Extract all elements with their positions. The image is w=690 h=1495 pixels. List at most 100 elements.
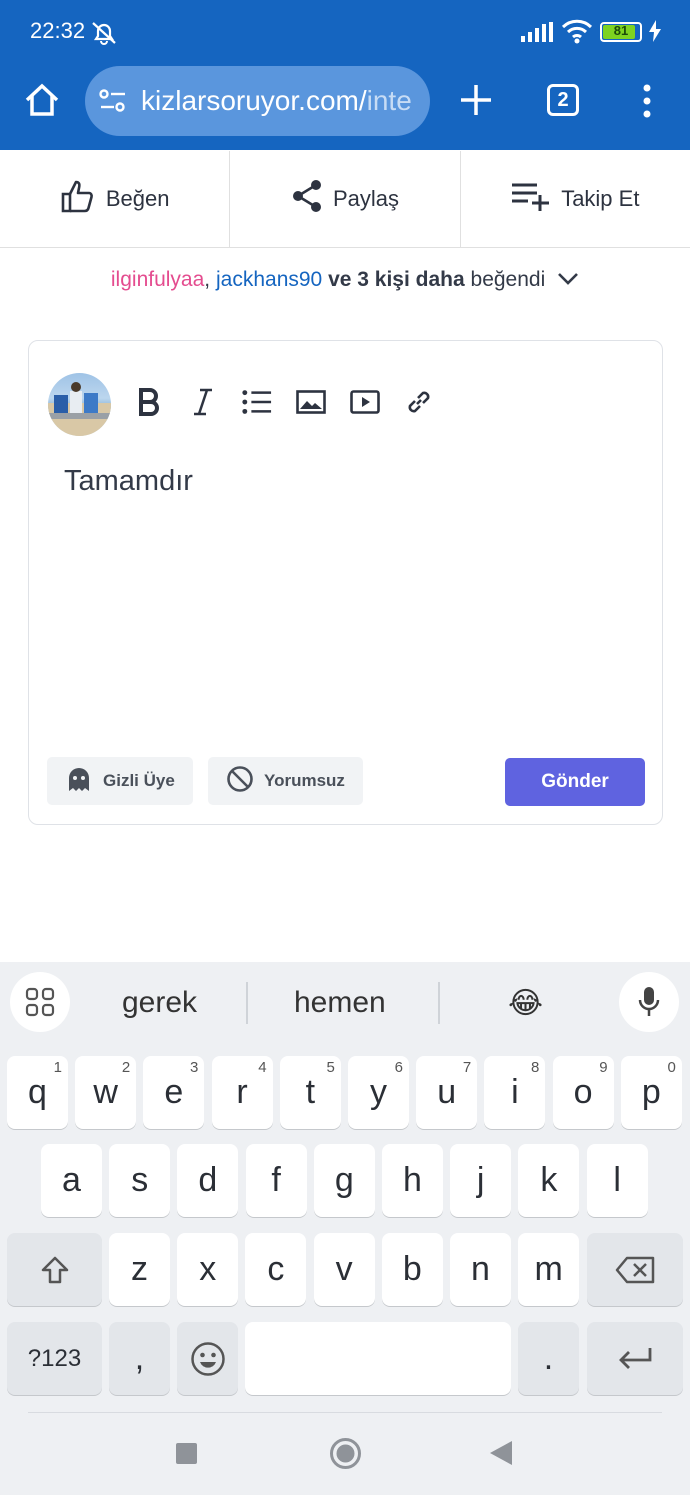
key-u-label: u bbox=[437, 1073, 457, 1111]
backspace-icon bbox=[615, 1256, 655, 1283]
url-text: kizlarsoruyor.com/inte bbox=[141, 85, 417, 117]
apps-grid-icon[interactable] bbox=[10, 972, 70, 1032]
liker-user-2[interactable]: jackhans90 bbox=[216, 268, 322, 291]
key-b[interactable]: b bbox=[381, 1233, 443, 1306]
italic-icon[interactable] bbox=[188, 387, 218, 417]
key-d[interactable]: d bbox=[177, 1144, 239, 1217]
signal-icon bbox=[521, 22, 553, 47]
suggestion-1[interactable]: gerek bbox=[122, 986, 197, 1020]
like-button[interactable]: Beğen bbox=[0, 151, 231, 247]
key-n[interactable]: n bbox=[450, 1233, 511, 1306]
home-nav-icon[interactable] bbox=[329, 1437, 362, 1475]
symbols-key[interactable]: ?123 bbox=[7, 1322, 102, 1395]
anonymous-toggle[interactable]: Gizli Üye bbox=[47, 757, 193, 805]
key-p-hint: 0 bbox=[667, 1059, 676, 1076]
period-key[interactable]: . bbox=[518, 1322, 579, 1395]
suggestion-2[interactable]: hemen bbox=[294, 986, 386, 1020]
key-m[interactable]: m bbox=[518, 1233, 580, 1306]
follow-button[interactable]: Takip Et bbox=[461, 151, 690, 247]
enter-key[interactable] bbox=[587, 1322, 683, 1395]
no-comments-toggle[interactable]: Yorumsuz bbox=[208, 757, 363, 805]
key-w[interactable]: w2 bbox=[75, 1056, 137, 1129]
send-button[interactable]: Gönder bbox=[505, 758, 645, 806]
menu-icon[interactable] bbox=[641, 84, 653, 123]
key-r[interactable]: r4 bbox=[211, 1056, 273, 1129]
shift-key[interactable] bbox=[7, 1233, 102, 1306]
key-j[interactable]: j bbox=[450, 1144, 512, 1217]
key-v[interactable]: v bbox=[313, 1233, 375, 1306]
key-q-label: q bbox=[28, 1073, 47, 1111]
key-x[interactable]: x bbox=[177, 1233, 239, 1306]
key-o-hint: 9 bbox=[599, 1059, 608, 1076]
site-settings-icon[interactable] bbox=[99, 88, 127, 119]
key-u-hint: 7 bbox=[462, 1059, 472, 1076]
new-tab-icon[interactable] bbox=[459, 83, 493, 122]
formatting-toolbar bbox=[134, 387, 434, 417]
microphone-icon[interactable] bbox=[619, 972, 679, 1032]
key-y-hint: 6 bbox=[394, 1059, 403, 1076]
ghost-icon bbox=[65, 765, 93, 798]
home-icon[interactable] bbox=[22, 80, 62, 125]
key-t[interactable]: t5 bbox=[279, 1056, 341, 1129]
answer-text-input[interactable]: Tamamdır bbox=[64, 465, 193, 498]
key-p-label: p bbox=[641, 1073, 661, 1111]
space-key[interactable] bbox=[245, 1322, 511, 1395]
chevron-down-icon[interactable] bbox=[557, 268, 579, 292]
key-q[interactable]: q1 bbox=[7, 1056, 68, 1129]
key-k[interactable]: k bbox=[518, 1144, 580, 1217]
share-icon bbox=[291, 179, 323, 219]
key-l[interactable]: l bbox=[586, 1144, 648, 1217]
key-e-label: e bbox=[164, 1073, 184, 1111]
key-q-hint: 1 bbox=[53, 1059, 62, 1076]
suggestion-divider bbox=[438, 982, 440, 1024]
suggestion-3[interactable]: 😂 bbox=[508, 986, 543, 1021]
key-p[interactable]: p0 bbox=[620, 1056, 682, 1129]
key-h[interactable]: h bbox=[382, 1144, 443, 1217]
period-key-label: . bbox=[543, 1339, 554, 1377]
share-label: Paylaş bbox=[332, 186, 400, 211]
key-s[interactable]: s bbox=[109, 1144, 171, 1217]
backspace-key[interactable] bbox=[587, 1233, 683, 1306]
key-z[interactable]: z bbox=[109, 1233, 170, 1306]
recents-icon[interactable] bbox=[176, 1443, 197, 1464]
key-i-hint: 8 bbox=[531, 1059, 540, 1076]
key-j-label: j bbox=[476, 1161, 485, 1199]
image-icon[interactable] bbox=[296, 387, 326, 417]
wifi-icon bbox=[561, 18, 593, 49]
link-icon[interactable] bbox=[404, 387, 434, 417]
comma-key[interactable]: , bbox=[109, 1322, 170, 1395]
key-z-label: z bbox=[131, 1250, 148, 1288]
key-s-label: s bbox=[131, 1161, 149, 1199]
key-i[interactable]: i8 bbox=[484, 1056, 546, 1129]
charging-icon bbox=[649, 20, 661, 47]
key-w-label: w bbox=[93, 1073, 118, 1111]
key-u[interactable]: u7 bbox=[416, 1056, 478, 1129]
suggestion-divider bbox=[246, 982, 248, 1024]
key-f[interactable]: f bbox=[245, 1144, 307, 1217]
tab-switcher-button[interactable]: 2 bbox=[547, 84, 579, 116]
back-icon[interactable] bbox=[490, 1441, 512, 1470]
key-l-label: l bbox=[613, 1161, 621, 1199]
symbols-key-label: ?123 bbox=[27, 1344, 82, 1372]
follow-label: Takip Et bbox=[561, 186, 640, 211]
key-t-label: t bbox=[305, 1073, 316, 1111]
key-t-hint: 5 bbox=[326, 1059, 335, 1076]
key-y-label: y bbox=[370, 1073, 387, 1111]
key-c[interactable]: c bbox=[245, 1233, 307, 1306]
system-nav-bar bbox=[0, 1410, 690, 1495]
key-o[interactable]: o9 bbox=[552, 1056, 614, 1129]
liker-user-1[interactable]: ilginfulyaa bbox=[111, 268, 204, 291]
emoji-key[interactable] bbox=[177, 1322, 238, 1395]
key-a[interactable]: a bbox=[41, 1144, 102, 1217]
likes-summary[interactable]: ilginfulyaa, jackhans90 ve 3 kişi daha b… bbox=[0, 268, 690, 292]
video-icon[interactable] bbox=[350, 387, 380, 417]
key-e[interactable]: e3 bbox=[143, 1056, 205, 1129]
likes-and: ve bbox=[328, 268, 352, 291]
key-g[interactable]: g bbox=[313, 1144, 375, 1217]
address-bar[interactable]: kizlarsoruyor.com/inte bbox=[85, 66, 430, 136]
key-y[interactable]: y6 bbox=[348, 1056, 409, 1129]
status-time: 22:32 bbox=[30, 18, 86, 43]
bullet-list-icon[interactable] bbox=[242, 387, 272, 417]
share-button[interactable]: Paylaş bbox=[230, 151, 461, 247]
bold-icon[interactable] bbox=[134, 387, 164, 417]
